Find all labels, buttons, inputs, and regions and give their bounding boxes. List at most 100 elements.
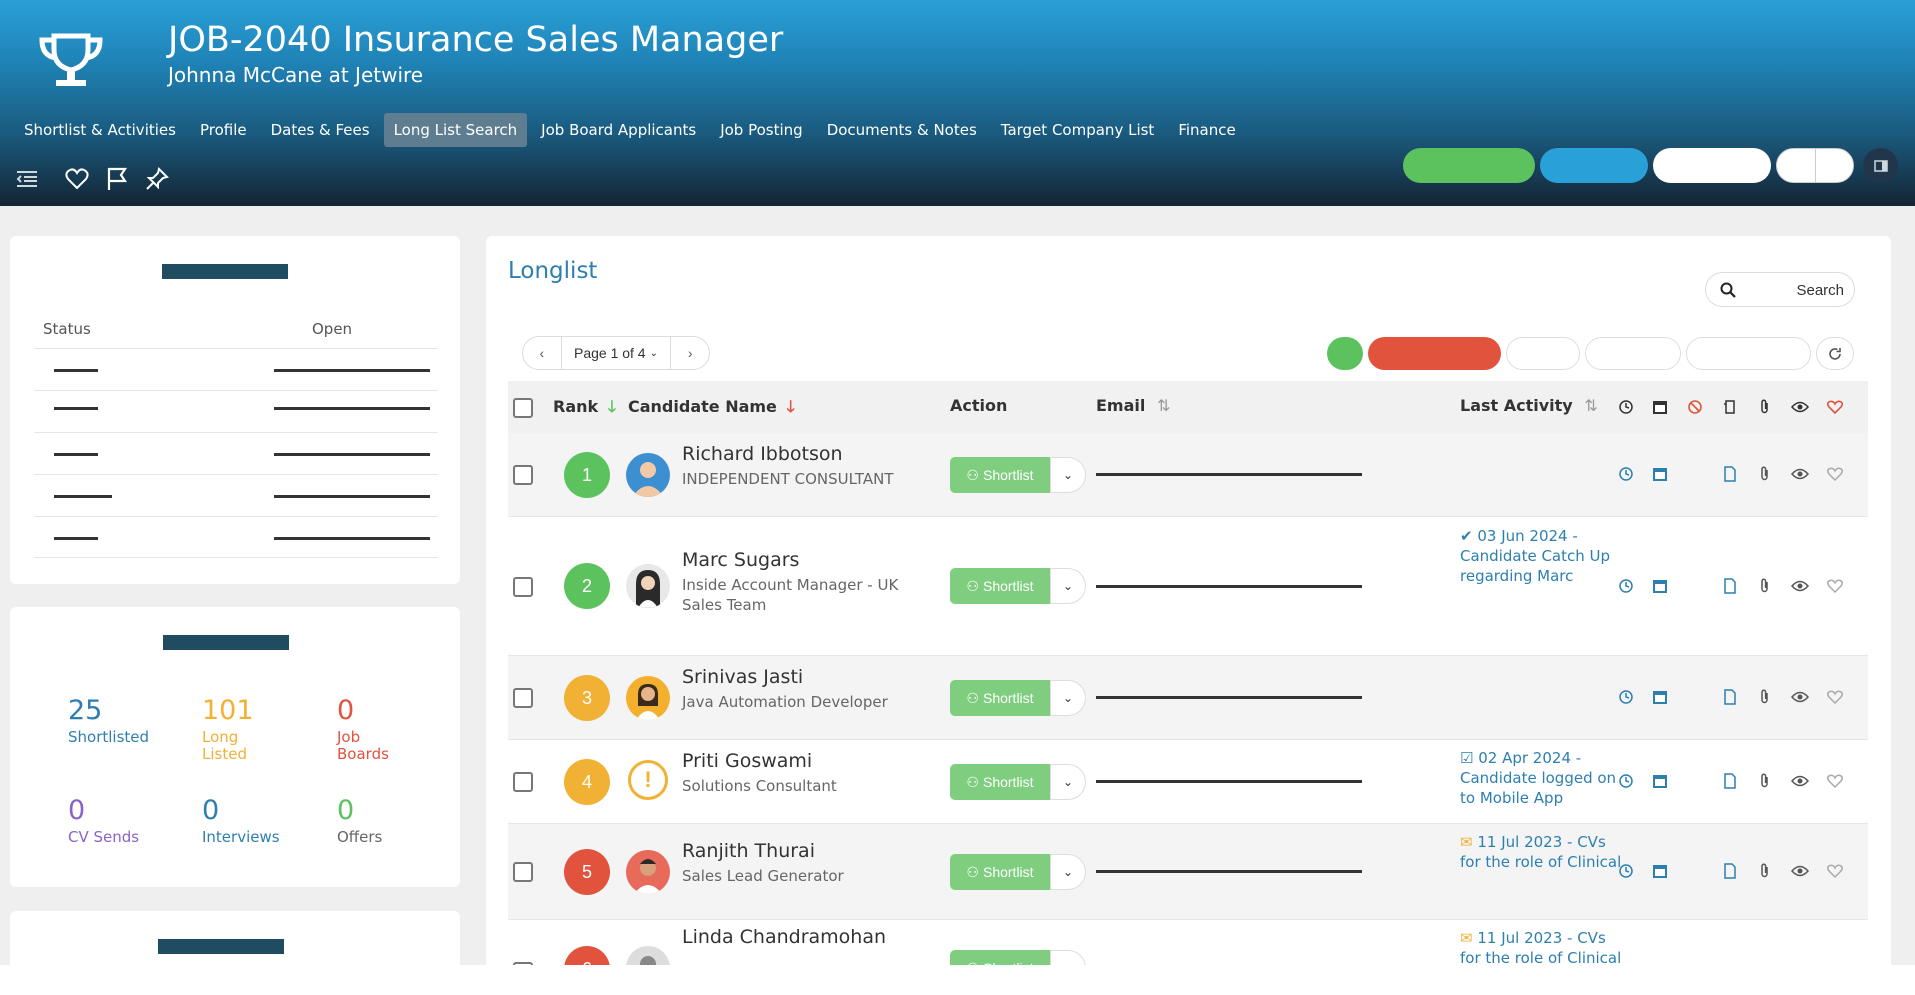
candidate-name-header[interactable]: Candidate Name 🡓 bbox=[628, 396, 795, 423]
document-icon[interactable] bbox=[1720, 771, 1740, 791]
refresh-button[interactable] bbox=[1816, 337, 1854, 370]
stat-offers[interactable]: 0 Offers bbox=[337, 795, 457, 846]
rank-header[interactable]: Rank 🡓 bbox=[553, 396, 616, 423]
filter-pill[interactable] bbox=[1585, 337, 1681, 370]
filter-pill-red[interactable] bbox=[1368, 337, 1501, 370]
heart-icon[interactable] bbox=[1825, 576, 1845, 596]
email-value[interactable] bbox=[1096, 585, 1362, 588]
copy-icon[interactable] bbox=[1720, 397, 1740, 417]
panel-toggle-icon[interactable] bbox=[1863, 148, 1898, 183]
flag-icon[interactable] bbox=[104, 166, 130, 192]
table-row[interactable]: 4 ! Priti Goswami Solutions Consultant ⚇… bbox=[508, 740, 1868, 824]
warning-icon[interactable]: ! bbox=[628, 760, 668, 800]
avatar[interactable] bbox=[626, 453, 670, 497]
email-header[interactable]: Email ⇅ bbox=[1096, 396, 1170, 415]
candidate-name[interactable]: Ranjith Thurai bbox=[682, 840, 815, 862]
calendar-icon[interactable] bbox=[1650, 771, 1670, 791]
calendar-icon[interactable] bbox=[1650, 861, 1670, 881]
avatar[interactable] bbox=[626, 946, 670, 965]
tab-job-board-applicants[interactable]: Job Board Applicants bbox=[531, 113, 706, 147]
tab-long-list-search[interactable]: Long List Search bbox=[383, 113, 528, 147]
eye-icon[interactable] bbox=[1790, 771, 1810, 791]
stat-cv-sends[interactable]: 0 CV Sends bbox=[68, 795, 188, 846]
attachment-icon[interactable] bbox=[1755, 861, 1775, 881]
document-icon[interactable] bbox=[1720, 464, 1740, 484]
heart-icon[interactable] bbox=[1825, 861, 1845, 881]
eye-icon[interactable] bbox=[1790, 687, 1810, 707]
page-select[interactable]: Page 1 of 4 ⌄ bbox=[560, 337, 672, 369]
email-value[interactable] bbox=[1096, 870, 1362, 873]
heart-icon[interactable] bbox=[1825, 464, 1845, 484]
filter-pill-green[interactable] bbox=[1327, 337, 1363, 370]
avatar[interactable] bbox=[626, 676, 670, 720]
shortlist-button[interactable]: ⚇Shortlist bbox=[950, 680, 1050, 716]
avatar[interactable] bbox=[626, 564, 670, 608]
attachment-icon[interactable] bbox=[1755, 397, 1775, 417]
eye-icon[interactable] bbox=[1790, 397, 1810, 417]
table-row[interactable]: 2 Marc Sugars Inside Account Manager - U… bbox=[508, 517, 1868, 656]
stat-shortlisted[interactable]: 25 Shortlisted bbox=[68, 695, 188, 746]
email-value[interactable] bbox=[1096, 780, 1362, 783]
calendar-icon[interactable] bbox=[1650, 687, 1670, 707]
table-row[interactable]: 5 Ranjith Thurai Sales Lead Generator ⚇ S… bbox=[508, 824, 1868, 920]
heart-icon[interactable] bbox=[64, 166, 90, 192]
attachment-icon[interactable] bbox=[1755, 464, 1775, 484]
collapse-menu-icon[interactable] bbox=[14, 166, 40, 192]
block-icon[interactable] bbox=[1685, 397, 1705, 417]
last-activity-header[interactable]: Last Activity ⇅ bbox=[1460, 396, 1598, 415]
tab-dates-fees[interactable]: Dates & Fees bbox=[261, 113, 380, 147]
shortlist-dropdown-button[interactable]: ⌄ bbox=[1050, 950, 1086, 965]
attachment-icon[interactable] bbox=[1755, 771, 1775, 791]
tab-shortlist-activities[interactable]: Shortlist & Activities bbox=[14, 113, 186, 147]
eye-icon[interactable] bbox=[1790, 464, 1810, 484]
row-checkbox[interactable] bbox=[513, 465, 533, 485]
shortlist-button[interactable]: ⚇Shortlist bbox=[950, 950, 1050, 965]
tab-profile[interactable]: Profile bbox=[190, 113, 257, 147]
stat-interviews[interactable]: 0 Interviews bbox=[202, 795, 322, 846]
attachment-icon[interactable] bbox=[1755, 687, 1775, 707]
table-row[interactable]: 6 Linda Chandramohan ⚇Shortlist ⌄ ✉ 11 J… bbox=[508, 920, 1868, 965]
row-checkbox[interactable] bbox=[513, 862, 533, 882]
candidate-name[interactable]: Linda Chandramohan bbox=[682, 926, 886, 948]
calendar-icon[interactable] bbox=[1650, 464, 1670, 484]
last-activity[interactable]: ✔ 03 Jun 2024 - Candidate Catch Up regar… bbox=[1460, 526, 1625, 586]
clock-icon[interactable] bbox=[1616, 464, 1636, 484]
pin-icon[interactable] bbox=[144, 166, 170, 192]
row-checkbox[interactable] bbox=[513, 772, 533, 792]
clock-icon[interactable] bbox=[1616, 397, 1636, 417]
candidate-name[interactable]: Srinivas Jasti bbox=[682, 666, 803, 688]
shortlist-dropdown-button[interactable]: ⌄ bbox=[1050, 854, 1086, 890]
shortlist-button[interactable]: ⚇Shortlist bbox=[950, 568, 1050, 604]
row-checkbox[interactable] bbox=[513, 962, 533, 965]
eye-icon[interactable] bbox=[1790, 576, 1810, 596]
next-page-button[interactable]: › bbox=[671, 337, 709, 369]
shortlist-button[interactable]: ⚇Shortlist bbox=[950, 854, 1050, 890]
last-activity[interactable]: ✉ 11 Jul 2023 - CVs for the role of Clin… bbox=[1460, 928, 1625, 965]
candidate-name[interactable]: Richard Ibbotson bbox=[682, 443, 843, 465]
candidate-name[interactable]: Priti Goswami bbox=[682, 750, 812, 772]
calendar-icon[interactable] bbox=[1650, 397, 1670, 417]
document-icon[interactable] bbox=[1720, 576, 1740, 596]
email-value[interactable] bbox=[1096, 473, 1362, 476]
avatar[interactable] bbox=[626, 850, 670, 894]
shortlist-button[interactable]: ⚇Shortlist bbox=[950, 764, 1050, 800]
header-pill-blue[interactable] bbox=[1540, 148, 1648, 183]
heart-icon[interactable] bbox=[1825, 687, 1845, 707]
shortlist-dropdown-button[interactable]: ⌄ bbox=[1050, 764, 1086, 800]
candidate-name[interactable]: Marc Sugars bbox=[682, 549, 799, 571]
clock-icon[interactable] bbox=[1616, 576, 1636, 596]
row-checkbox[interactable] bbox=[513, 688, 533, 708]
shortlist-dropdown-button[interactable]: ⌄ bbox=[1050, 680, 1086, 716]
attachment-icon[interactable] bbox=[1755, 576, 1775, 596]
clock-icon[interactable] bbox=[1616, 687, 1636, 707]
tab-finance[interactable]: Finance bbox=[1168, 113, 1245, 147]
email-value[interactable] bbox=[1096, 696, 1362, 699]
search-input[interactable]: Search bbox=[1705, 272, 1855, 307]
clock-icon[interactable] bbox=[1616, 861, 1636, 881]
table-row[interactable]: 1 Richard Ibbotson INDEPENDENT CONSULTAN… bbox=[508, 433, 1868, 517]
document-icon[interactable] bbox=[1720, 861, 1740, 881]
heart-icon[interactable] bbox=[1825, 771, 1845, 791]
filter-pill[interactable] bbox=[1506, 337, 1580, 370]
select-all-checkbox[interactable] bbox=[513, 398, 533, 418]
heart-icon[interactable] bbox=[1825, 397, 1845, 417]
